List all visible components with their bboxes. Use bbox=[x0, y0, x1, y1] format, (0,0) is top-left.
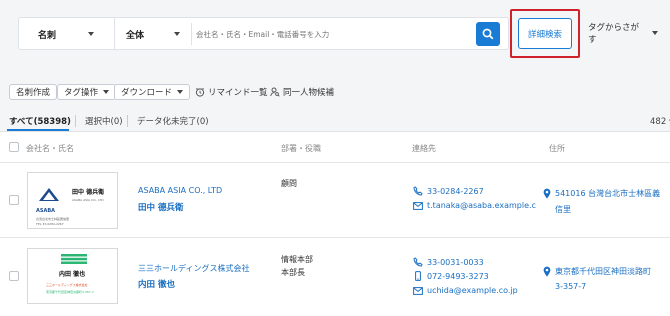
card-logo-text: ASABA bbox=[36, 208, 56, 214]
mobile-phone-icon bbox=[415, 271, 421, 281]
tab-incomplete-label: データ化未完了(0) bbox=[137, 117, 209, 127]
email-address: t.tanaka@asaba.example.c bbox=[427, 201, 536, 210]
scope-select-value: 名刺 bbox=[38, 30, 57, 41]
alarm-clock-icon bbox=[195, 87, 205, 97]
company-link[interactable]: 三三ホールディングス株式会社 bbox=[138, 263, 249, 274]
row-checkbox[interactable] bbox=[9, 195, 19, 205]
tab-selected[interactable]: 選択中(0) bbox=[85, 115, 123, 127]
header-contact: 連絡先 bbox=[412, 144, 436, 153]
tag-ops-button[interactable]: タグ操作 bbox=[57, 84, 117, 100]
card-line: 東京都千代田区神田淡路町3-357-7 bbox=[46, 290, 94, 294]
chevron-down-icon bbox=[88, 32, 94, 36]
phone-contact[interactable]: 33-0031-0033 bbox=[413, 257, 484, 267]
asaba-logo-icon bbox=[39, 188, 59, 201]
tab-incomplete[interactable]: データ化未完了(0) bbox=[137, 115, 209, 127]
chevron-down-icon bbox=[177, 90, 184, 94]
duplicates-link[interactable]: 同一人物候補 bbox=[270, 86, 334, 98]
chevron-down-icon bbox=[652, 31, 658, 35]
search-input[interactable] bbox=[196, 24, 468, 44]
field-select[interactable]: 全体 bbox=[116, 23, 190, 45]
create-card-button[interactable]: 名刺作成 bbox=[9, 84, 58, 100]
card-line: ASABA ASIA CO., LTD bbox=[72, 198, 104, 202]
create-card-label: 名刺作成 bbox=[16, 88, 51, 98]
address-line: 3-357-7 bbox=[555, 282, 587, 291]
phone-contact[interactable]: 33-0284-2267 bbox=[413, 186, 484, 196]
person-name-link[interactable]: 内田 徹也 bbox=[138, 278, 175, 290]
chevron-down-icon bbox=[103, 90, 110, 94]
mail-icon bbox=[413, 286, 423, 295]
card-name: 田中 德兵衛 bbox=[72, 189, 105, 196]
search-icon bbox=[482, 28, 494, 40]
phone-icon bbox=[413, 186, 423, 196]
chevron-down-icon bbox=[174, 32, 180, 36]
phone-icon bbox=[413, 257, 423, 267]
download-label: ダウンロード bbox=[121, 88, 173, 98]
department: 情報本部 bbox=[281, 255, 313, 264]
result-count: 482 件 bbox=[650, 115, 670, 127]
card-name: 内田 徹也 bbox=[59, 271, 86, 278]
address-location[interactable]: 541016 台灣台北市士林區義 信里 bbox=[543, 188, 660, 215]
reminders-link[interactable]: リマインド一覧 bbox=[195, 86, 268, 98]
mobile-number: 072-9493-3273 bbox=[427, 271, 489, 281]
reminders-label: リマインド一覧 bbox=[208, 88, 268, 98]
email-address: uchida@example.co.jp bbox=[427, 286, 518, 295]
mobile-contact[interactable]: 072-9493-3273 bbox=[413, 271, 489, 281]
email-contact[interactable]: uchida@example.co.jp bbox=[413, 286, 518, 295]
header-dept-title: 部署・役職 bbox=[281, 144, 321, 153]
phone-number: 33-0284-2267 bbox=[427, 186, 484, 196]
person-name-link[interactable]: 田中 德兵衛 bbox=[138, 201, 183, 213]
map-pin-icon bbox=[543, 188, 551, 199]
address-line: 信里 bbox=[555, 205, 571, 214]
tag-search-dropdown[interactable]: タグからさがす bbox=[588, 23, 658, 45]
address-line: 541016 台灣台北市士林區義 bbox=[555, 189, 661, 198]
mail-icon bbox=[413, 201, 423, 210]
dept-title: 本部長 bbox=[281, 268, 305, 277]
tag-ops-label: タグ操作 bbox=[64, 88, 99, 98]
row-checkbox[interactable] bbox=[9, 271, 19, 281]
duplicates-label: 同一人物候補 bbox=[283, 88, 335, 98]
company-link[interactable]: ASABA ASIA CO., LTD bbox=[138, 186, 222, 195]
scope-select[interactable]: 名刺 bbox=[28, 23, 104, 45]
divider bbox=[191, 23, 192, 45]
dept-title: 顧問 bbox=[281, 179, 297, 188]
divider bbox=[127, 115, 128, 127]
field-select-value: 全体 bbox=[126, 30, 145, 41]
tag-search-label: タグからさがす bbox=[588, 23, 640, 45]
tab-all-label: すべて(58398) bbox=[9, 117, 71, 127]
header-address: 住所 bbox=[549, 144, 565, 153]
divider bbox=[75, 115, 76, 127]
phone-number: 33-0031-0033 bbox=[427, 257, 484, 267]
download-button[interactable]: ダウンロード bbox=[114, 84, 191, 100]
header-company-name: 会社名・氏名 bbox=[26, 144, 74, 153]
search-button[interactable] bbox=[476, 22, 500, 46]
select-all-checkbox[interactable] bbox=[9, 142, 19, 152]
business-card-image[interactable]: ASABA 田中 德兵衛 ASABA ASIA CO., LTD 台灣台北市士林… bbox=[27, 172, 118, 229]
address-line: 東京都千代田区神田淡路町 bbox=[555, 267, 651, 276]
card-line: 三三ホールディングス株式会社 bbox=[46, 283, 88, 287]
tab-all[interactable]: すべて(58398) bbox=[9, 115, 71, 127]
advanced-search-button[interactable]: 詳細検索 bbox=[518, 18, 572, 49]
person-search-icon bbox=[270, 87, 280, 97]
company-logo-icon bbox=[61, 254, 87, 264]
advanced-search-label: 詳細検索 bbox=[527, 29, 562, 40]
tab-selected-label: 選択中(0) bbox=[85, 117, 123, 127]
divider bbox=[114, 17, 115, 50]
address-location[interactable]: 東京都千代田区神田淡路町 3-357-7 bbox=[543, 266, 651, 291]
map-pin-icon bbox=[543, 266, 551, 277]
card-line: TEL 33-0284-2267 bbox=[36, 222, 64, 226]
card-line: 台灣台北市士林區義信里 bbox=[36, 217, 70, 221]
result-count-label: 482 件 bbox=[650, 117, 670, 127]
business-card-image[interactable]: 内田 徹也 三三ホールディングス株式会社 東京都千代田区神田淡路町3-357-7 bbox=[27, 248, 118, 304]
email-contact[interactable]: t.tanaka@asaba.example.c bbox=[413, 201, 536, 210]
